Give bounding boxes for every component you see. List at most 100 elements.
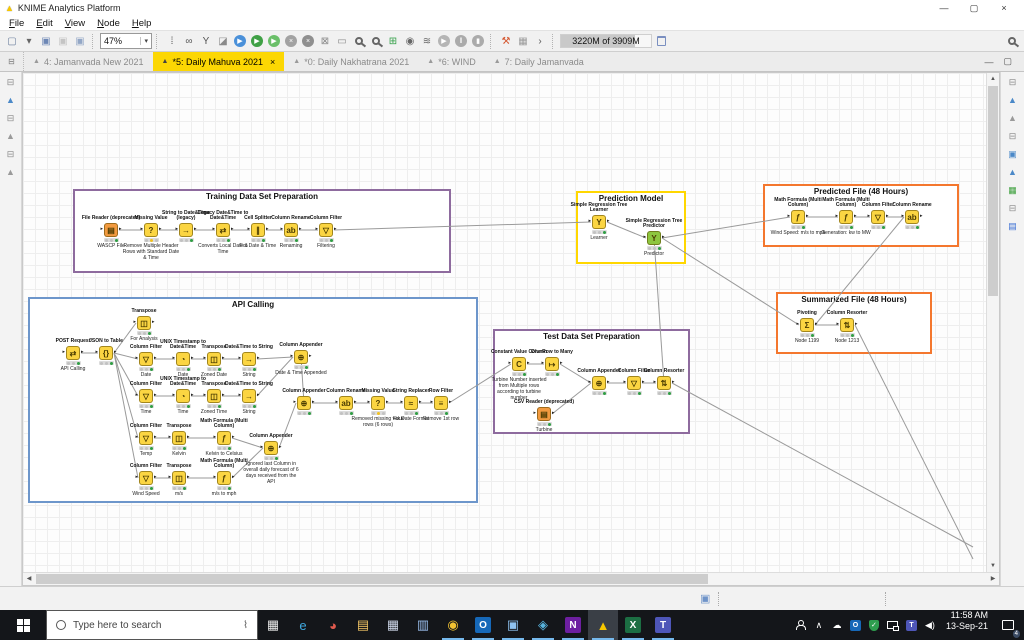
workflow-node-T7[interactable]: Column Filter ▸ ▽ ▸ Filtering <box>294 210 358 249</box>
outlook-tray-icon[interactable]: O <box>849 618 861 632</box>
restore-pane-icon[interactable]: ⊟ <box>7 149 15 160</box>
workflow-node-A3[interactable]: Transpose ▸ ◫ ▸ For Analysis <box>112 303 176 342</box>
start-button[interactable] <box>0 610 46 640</box>
reset-icon[interactable]: ⊠ <box>317 33 333 49</box>
save-all-icon[interactable]: ▣ <box>72 33 88 49</box>
action-center-button[interactable]: 4 <box>992 610 1024 640</box>
workflow-coach-icon[interactable]: ▲ <box>6 131 15 142</box>
show-node-ids-icon[interactable]: ◉ <box>402 33 418 49</box>
knime-node-info-icon[interactable]: ▲ <box>1008 167 1017 178</box>
restore-pane-icon[interactable]: ⊟ <box>0 52 24 71</box>
scroll-left-arrow[interactable]: ◀ <box>23 573 35 585</box>
people-icon[interactable] <box>795 618 806 632</box>
restore-pane-icon[interactable]: ⊟ <box>7 77 15 88</box>
cancel-all-icon[interactable]: × <box>300 33 316 49</box>
node-repository-icon[interactable]: ▲ <box>6 167 15 178</box>
pause-icon[interactable]: ‖ <box>453 33 469 49</box>
connect-nodes-icon[interactable]: ∞ <box>181 33 197 49</box>
workflow-canvas[interactable]: Training Data Set Preparation Prediction … <box>23 73 986 572</box>
toolbar-overflow-chevron[interactable]: › <box>532 33 548 49</box>
new-workflow-caret[interactable]: ▾ <box>21 33 37 49</box>
new-workflow-icon[interactable]: ▢ <box>4 33 20 49</box>
console-icon[interactable]: ▤ <box>1008 221 1017 232</box>
menu-view[interactable]: View <box>59 18 91 29</box>
search-nodes-icon[interactable] <box>368 33 384 49</box>
network-icon[interactable] <box>886 618 899 632</box>
execute-open-views-icon[interactable]: ▶ <box>266 33 282 49</box>
resume-icon[interactable]: ▮ <box>470 33 486 49</box>
tab-1[interactable]: ▲ 4: Jamanvada New 2021 <box>24 52 153 71</box>
media-player-icon[interactable]: ◕ <box>318 610 348 640</box>
vpn-icon[interactable]: ◈ <box>528 610 558 640</box>
align-nodes-icon[interactable]: ⁞ <box>164 33 180 49</box>
minimize-button[interactable]: — <box>929 3 959 13</box>
zoom-fit-icon[interactable] <box>351 33 367 49</box>
restore-pane-icon[interactable]: ⊟ <box>1009 77 1017 88</box>
execute-icon[interactable]: ▶ <box>232 33 248 49</box>
taskbar-clock[interactable]: 11:58 AM 13-Sep-21 <box>942 610 992 640</box>
memory-usage-indicator[interactable]: 3220M of 3909M <box>560 34 652 48</box>
tray-chevron-icon[interactable]: ∧ <box>814 618 824 632</box>
maximize-button[interactable]: ▢ <box>959 3 989 14</box>
workflow-outline-icon[interactable]: ▲ <box>1008 113 1017 124</box>
save-as-icon[interactable]: ▣ <box>55 33 71 49</box>
node-description-icon[interactable]: ▲ <box>1008 95 1017 106</box>
insert-node-icon[interactable]: Y <box>198 33 214 49</box>
defender-shield-icon[interactable]: ✓ <box>868 618 879 632</box>
minimize-view-button[interactable]: — <box>984 57 993 67</box>
remote-desktop-icon[interactable]: ▣ <box>498 610 528 640</box>
vertical-scroll-thumb[interactable] <box>988 86 998 296</box>
teams-icon[interactable]: T <box>648 610 678 640</box>
onenote-icon[interactable]: N <box>558 610 588 640</box>
close-tab-icon[interactable]: × <box>270 57 275 67</box>
task-view-icon[interactable]: ▦ <box>258 610 288 640</box>
execute-all-icon[interactable]: ▶ <box>249 33 265 49</box>
close-button[interactable]: × <box>989 3 1019 13</box>
perspective-icon[interactable]: ▦ <box>515 33 531 49</box>
quick-search-icon[interactable] <box>1004 33 1020 49</box>
taskbar-search[interactable]: Type here to search ⌇ <box>46 610 258 640</box>
microphone-icon[interactable]: ⌇ <box>243 620 248 631</box>
step-execute-icon[interactable]: ▶ <box>436 33 452 49</box>
menu-help[interactable]: Help <box>126 18 158 29</box>
scroll-down-arrow[interactable]: ▼ <box>987 560 999 572</box>
calendar-icon[interactable]: ▥ <box>408 610 438 640</box>
restore-pane-icon[interactable]: ⊟ <box>1009 203 1017 214</box>
node-monitor-icon[interactable]: ▣ <box>1008 149 1017 160</box>
calculator-icon[interactable]: ▦ <box>378 610 408 640</box>
onedrive-icon[interactable]: ☁ <box>832 618 842 632</box>
configure-node-icon[interactable]: ◪ <box>215 33 231 49</box>
workflow-node-X3[interactable]: CSV Reader (deprecated) ▸ ▤ ▸ Turbine <box>512 394 576 433</box>
cancel-icon[interactable]: × <box>283 33 299 49</box>
horizontal-scroll-thumb[interactable] <box>36 574 708 584</box>
annotation-icon[interactable]: ▭ <box>334 33 350 49</box>
maximize-view-button[interactable]: ▢ <box>1003 56 1012 67</box>
horizontal-scrollbar[interactable]: ◀ ▶ <box>23 572 999 585</box>
workflow-node-F4[interactable]: Column Rename ▸ ab ▸ <box>880 197 944 229</box>
preferences-wrench-icon[interactable]: ⚒ <box>498 33 514 49</box>
excel-icon[interactable]: X <box>618 610 648 640</box>
edge-icon[interactable]: e <box>288 610 318 640</box>
menu-edit[interactable]: Edit <box>30 18 58 29</box>
menu-file[interactable]: File <box>3 18 30 29</box>
table-view-icon[interactable]: ▦ <box>1008 185 1017 196</box>
chrome-icon[interactable]: ◉ <box>438 610 468 640</box>
knime-hub-icon[interactable]: ≋ <box>419 33 435 49</box>
workflow-node-A18[interactable]: Column Appender ▸ ⊕ ▸ Date & Time Appended <box>269 337 333 376</box>
scroll-up-arrow[interactable]: ▲ <box>987 73 999 85</box>
scroll-right-arrow[interactable]: ▶ <box>987 573 999 585</box>
tab-2[interactable]: ▲ *5: Daily Mahuva 2021 × <box>152 52 285 71</box>
workflow-node-A23[interactable]: Row Filter ▸ ≡ ▸ Remove 1st row <box>409 383 473 422</box>
workflow-node-S2[interactable]: Column Resorter ▸ ⇅ ▸ Node 1213 <box>815 305 879 344</box>
add-metanode-icon[interactable]: ⊞ <box>385 33 401 49</box>
knime-explorer-icon[interactable]: ▲ <box>6 95 15 106</box>
garbage-collect-icon[interactable] <box>653 33 669 49</box>
vertical-scrollbar[interactable]: ▲ ▼ <box>986 73 999 572</box>
tab-3[interactable]: ▲ *0: Daily Nakhatrana 2021 <box>284 52 418 71</box>
save-icon[interactable]: ▣ <box>38 33 54 49</box>
zoom-select[interactable]: 47% ▾ <box>100 33 152 49</box>
tab-5[interactable]: ▲ 7: Daily Jamanvada <box>485 52 593 71</box>
heap-status-icon[interactable]: ▣ <box>700 592 710 605</box>
workflow-node-A24[interactable]: Column Appender ▸ ⊕ ▸ Ignored last Column in… <box>239 428 303 485</box>
knime-icon[interactable]: ▲ <box>588 610 618 640</box>
